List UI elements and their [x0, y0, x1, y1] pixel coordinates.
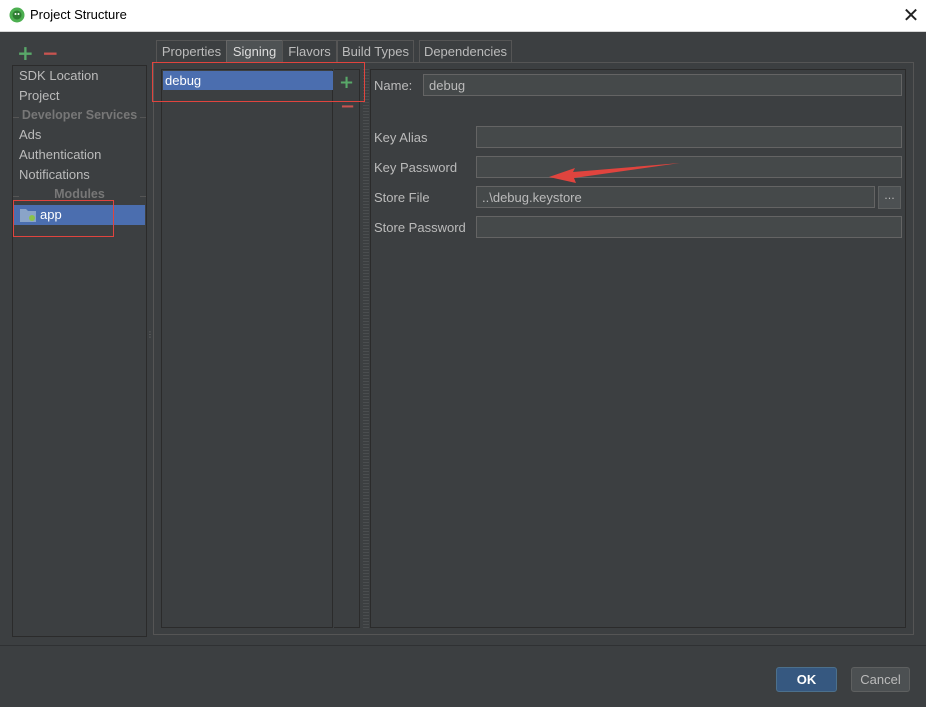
annotation-arrow	[549, 163, 680, 183]
splitter-handle[interactable]: ⋮	[146, 330, 154, 344]
tab-flavors[interactable]: Flavors	[282, 40, 337, 62]
tab-properties[interactable]: Properties	[156, 40, 227, 62]
key-password-label: Key Password	[374, 160, 458, 175]
store-file-label: Store File	[374, 190, 430, 205]
store-password-label: Store Password	[374, 220, 466, 235]
cancel-button[interactable]: Cancel	[851, 667, 910, 692]
annotation-box-module	[13, 200, 114, 237]
window-title: Project Structure	[30, 7, 127, 22]
sidebar-item-notifications[interactable]: Notifications	[19, 167, 90, 182]
tab-build-types[interactable]: Build Types	[337, 40, 414, 62]
name-label: Name:	[374, 78, 413, 93]
key-alias-field[interactable]	[476, 126, 902, 148]
tab-signing[interactable]: Signing	[226, 40, 283, 62]
panel-divider[interactable]	[363, 69, 369, 628]
name-field[interactable]: debug	[423, 74, 902, 96]
key-password-field[interactable]	[476, 156, 902, 178]
ok-button[interactable]: OK	[776, 667, 837, 692]
browse-button[interactable]: ...	[878, 186, 901, 209]
title-bar: Project Structure ✕	[0, 0, 926, 32]
sidebar-item-project[interactable]: Project	[19, 88, 59, 103]
key-alias-label: Key Alias	[374, 130, 428, 145]
annotation-box-config	[152, 62, 365, 102]
add-module-icon[interactable]: +	[17, 41, 34, 65]
tab-dependencies[interactable]: Dependencies	[419, 40, 512, 62]
signing-config-list	[161, 69, 333, 628]
sidebar-item-authentication[interactable]: Authentication	[19, 147, 101, 162]
android-studio-icon	[9, 7, 25, 23]
store-password-field[interactable]	[476, 216, 902, 238]
close-icon[interactable]: ✕	[900, 3, 922, 27]
sidebar-item-sdk-location[interactable]: SDK Location	[19, 68, 99, 83]
config-toolbar	[334, 69, 360, 628]
store-file-field[interactable]: ..\debug.keystore	[476, 186, 875, 208]
remove-module-icon[interactable]: −	[42, 41, 59, 65]
sidebar-section-modules: Modules	[13, 187, 146, 201]
sidebar-item-ads[interactable]: Ads	[19, 127, 41, 142]
signing-form	[370, 69, 906, 628]
sidebar-section-developer-services: Developer Services	[13, 108, 146, 122]
sidebar: SDK Location Project Developer Services …	[12, 65, 147, 637]
